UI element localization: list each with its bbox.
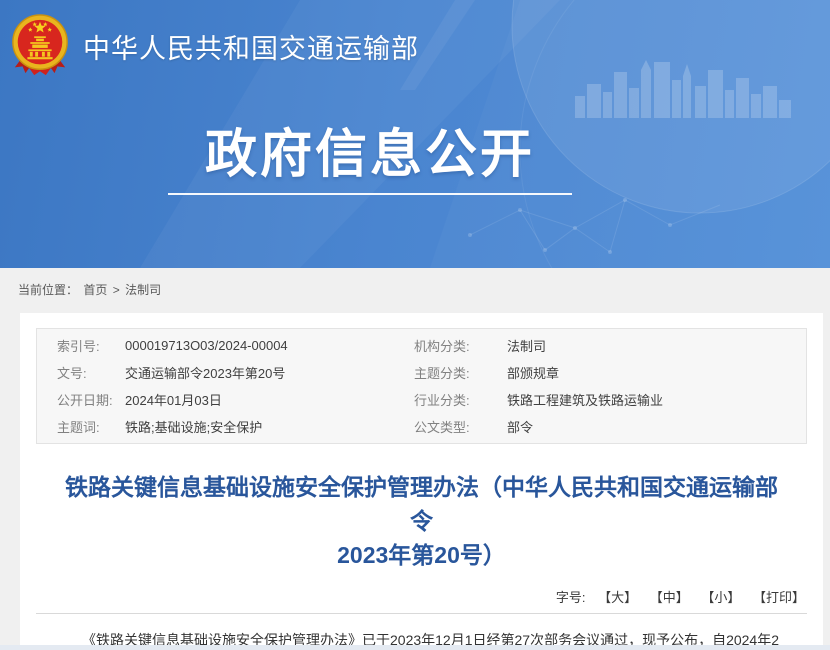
meta-label: 主题词: xyxy=(37,417,125,436)
table-row: 文号: 交通运输部令2023年第20号 主题分类: 部颁规章 xyxy=(37,359,806,386)
meta-value: 000019713O03/2024-00004 xyxy=(125,338,414,353)
meta-value: 铁路工程建筑及铁路运输业 xyxy=(507,390,806,409)
document-title-line2: 2023年第20号） xyxy=(337,542,506,568)
document-title: 铁路关键信息基础设施安全保护管理办法（中华人民共和国交通运输部令 2023年第20… xyxy=(54,470,789,572)
meta-label: 公开日期: xyxy=(37,390,125,409)
meta-label: 行业分类: xyxy=(414,390,507,409)
breadcrumb-separator: > xyxy=(113,283,120,297)
metadata-table: 索引号: 000019713O03/2024-00004 机构分类: 法制司 文… xyxy=(36,328,807,444)
meta-value: 2024年01月03日 xyxy=(125,390,414,409)
breadcrumb-label: 当前位置： xyxy=(18,283,78,297)
ministry-name[interactable]: 中华人民共和国交通运输部 xyxy=(83,27,419,66)
table-row: 主题词: 铁路;基础设施;安全保护 公文类型: 部令 xyxy=(37,413,806,440)
header-banner: 中华人民共和国交通运输部 政府信息公开 xyxy=(0,0,830,268)
bottom-strip xyxy=(0,645,830,650)
font-size-controls: 字号: 【大】 【中】 【小】 【打印】 xyxy=(38,587,805,606)
meta-value: 部令 xyxy=(507,417,806,436)
meta-label: 文号: xyxy=(37,363,125,382)
breadcrumb: 当前位置： 首页 > 法制司 xyxy=(18,281,163,298)
meta-value: 铁路;基础设施;安全保护 xyxy=(125,417,414,436)
font-size-small-button[interactable]: 【小】 xyxy=(701,590,740,605)
meta-value: 法制司 xyxy=(507,336,806,355)
breadcrumb-home[interactable]: 首页 xyxy=(83,283,107,297)
title-underline xyxy=(168,193,572,195)
meta-label: 公文类型: xyxy=(414,417,507,436)
site-logo-link[interactable]: 中华人民共和国交通运输部 xyxy=(9,13,419,79)
table-row: 索引号: 000019713O03/2024-00004 机构分类: 法制司 xyxy=(37,332,806,359)
page-title: 政府信息公开 xyxy=(168,112,572,187)
meta-label: 主题分类: xyxy=(414,363,507,382)
document-title-line1: 铁路关键信息基础设施安全保护管理办法（中华人民共和国交通运输部令 xyxy=(65,474,778,534)
meta-value: 交通运输部令2023年第20号 xyxy=(125,363,414,382)
table-row: 公开日期: 2024年01月03日 行业分类: 铁路工程建筑及铁路运输业 xyxy=(37,386,806,413)
font-size-large-button[interactable]: 【大】 xyxy=(598,590,637,605)
document-body: 《铁路关键信息基础设施安全保护管理办法》已于2023年12月1日经第27次部务会… xyxy=(54,629,789,645)
title-divider xyxy=(36,613,807,614)
meta-value: 部颁规章 xyxy=(507,363,806,382)
font-size-medium-button[interactable]: 【中】 xyxy=(650,590,689,605)
print-button[interactable]: 【打印】 xyxy=(753,590,805,605)
document-card: 索引号: 000019713O03/2024-00004 机构分类: 法制司 文… xyxy=(20,313,823,645)
breadcrumb-current[interactable]: 法制司 xyxy=(125,283,161,297)
font-size-label: 字号: xyxy=(556,590,586,605)
meta-label: 索引号: xyxy=(37,336,125,355)
meta-label: 机构分类: xyxy=(414,336,507,355)
national-emblem-icon xyxy=(9,13,71,79)
